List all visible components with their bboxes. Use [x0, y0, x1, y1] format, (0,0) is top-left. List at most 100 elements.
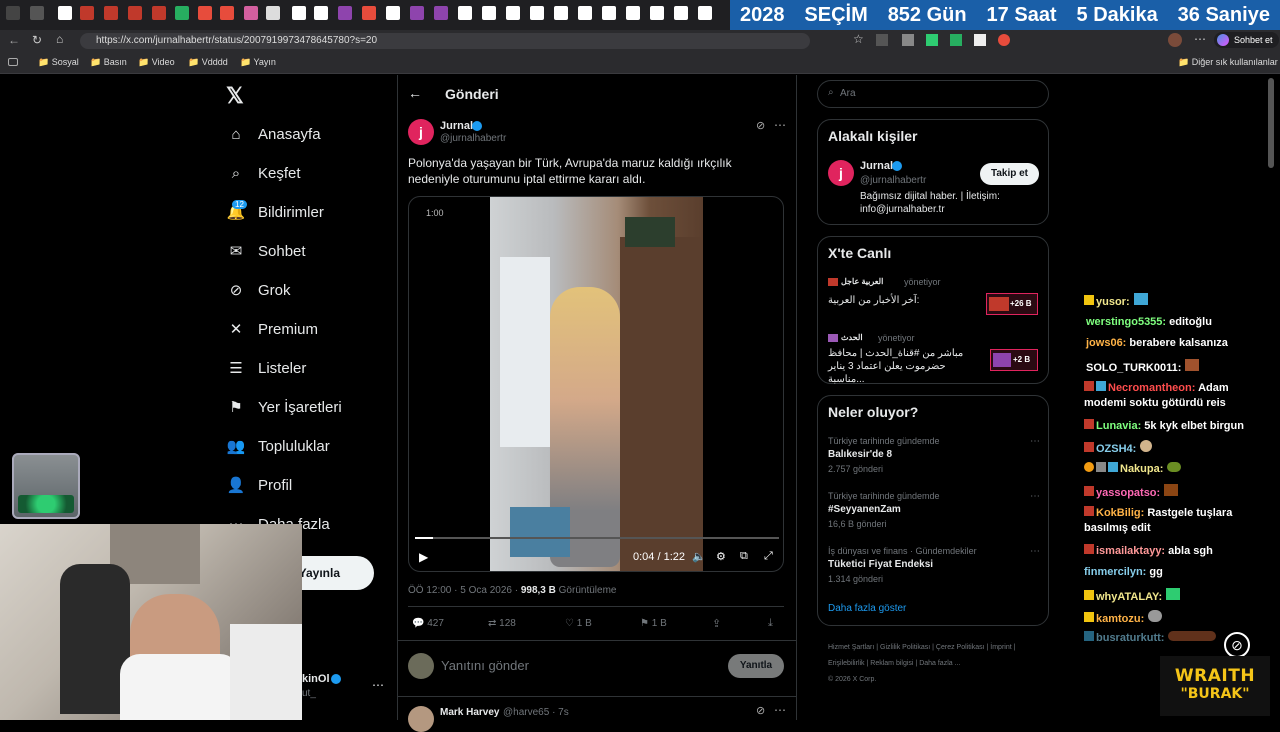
nav-home[interactable]: ⌂ Anasayfa: [228, 122, 320, 146]
live-item[interactable]: العربية عاجل yönetiyor آخر الأخبار من ال…: [828, 277, 1040, 321]
tab-favicon[interactable]: [506, 6, 520, 20]
tab-favicon[interactable]: [386, 6, 400, 20]
search-box[interactable]: ⌕ Ara: [817, 80, 1049, 108]
grok-explain-icon[interactable]: ⊘: [756, 119, 765, 132]
live-item[interactable]: الحدث yönetiyor مباشر من #قناة_الحدث | م…: [828, 333, 1040, 385]
post-more-icon[interactable]: ⋯: [774, 703, 786, 717]
nav-communities[interactable]: 👥 Topluluklar: [227, 434, 330, 458]
tab-favicon[interactable]: [338, 6, 352, 20]
nav-profile[interactable]: 👤 Profil: [227, 473, 293, 497]
tab-favicon[interactable]: [30, 6, 44, 20]
more-menu-icon[interactable]: ⋯: [1194, 32, 1206, 46]
profile-avatar-icon[interactable]: [1168, 33, 1182, 47]
tab-favicon[interactable]: [244, 6, 258, 20]
account-name[interactable]: kinOl: [302, 673, 330, 685]
trend-more-icon[interactable]: ⋯: [1030, 436, 1040, 447]
author-avatar[interactable]: j: [408, 119, 434, 145]
tab-favicon[interactable]: [220, 6, 234, 20]
x-logo-icon[interactable]: 𝕏: [226, 83, 244, 109]
bookmark-folder[interactable]: 📁 Sosyal: [38, 57, 79, 68]
reply-button[interactable]: Yanıtla: [728, 654, 784, 678]
tab-favicon[interactable]: [650, 6, 664, 20]
trend-more-icon[interactable]: ⋯: [1030, 491, 1040, 502]
tab-favicon[interactable]: [578, 6, 592, 20]
tab-favicon[interactable]: [602, 6, 616, 20]
other-bookmarks-folder[interactable]: 📁 Diğer sık kullanılanlar: [1178, 57, 1278, 68]
bookmark-folder[interactable]: 📁 Video: [138, 57, 175, 68]
search-input[interactable]: Ara: [840, 88, 856, 99]
tab-favicon[interactable]: [292, 6, 306, 20]
post-timestamp[interactable]: ÖÖ 12:00 · 5 Oca 2026 ·: [408, 585, 518, 596]
grok-floating-icon[interactable]: ⊘: [1224, 632, 1250, 658]
star-icon[interactable]: ☆: [853, 32, 864, 46]
tab-favicon[interactable]: [198, 6, 212, 20]
grok-explain-icon[interactable]: ⊘: [756, 704, 765, 717]
footer-link[interactable]: Gizlilik Politikası: [880, 644, 930, 651]
tab-favicon[interactable]: [58, 6, 72, 20]
nav-lists[interactable]: ☰ Listeler: [228, 356, 306, 380]
related-name[interactable]: Jurnal: [860, 160, 893, 172]
trend-item[interactable]: Türkiye tarihinde gündemde #SeyyanenZam …: [828, 491, 1040, 531]
tab-favicon[interactable]: [314, 6, 328, 20]
tab-favicon[interactable]: [410, 6, 424, 20]
author-name[interactable]: Jurnal: [440, 120, 473, 132]
trend-item[interactable]: Türkiye tarihinde gündemde Balıkesir'de …: [828, 436, 1040, 476]
nav-premium[interactable]: ✕ Premium: [228, 317, 318, 341]
footer-link[interactable]: Erişilebilirlik: [828, 660, 865, 667]
bookmark-action[interactable]: ⚑ 1 B: [640, 618, 667, 629]
video-player[interactable]: 1:00 ▶ 0:04 / 1:22 🔈 ⚙ ⧉ ⤢: [408, 196, 784, 572]
post-more-icon[interactable]: ⋯: [774, 118, 786, 132]
nav-messages[interactable]: ✉ Sohbet: [228, 239, 306, 263]
extensions-icon[interactable]: [876, 34, 888, 46]
video-progress-bar[interactable]: [415, 537, 779, 539]
account-more-icon[interactable]: ⋯: [372, 678, 384, 692]
related-avatar[interactable]: j: [828, 160, 854, 186]
tab-favicon[interactable]: [482, 6, 496, 20]
like-action[interactable]: ♡ 1 B: [565, 618, 592, 629]
sidebar-toggle-icon[interactable]: [8, 58, 18, 66]
address-bar-input[interactable]: https://x.com/jurnalhabertr/status/20079…: [80, 33, 810, 49]
picture-in-picture-icon[interactable]: ⧉: [740, 550, 748, 563]
bookmark-folder[interactable]: 📁 Yayın: [240, 57, 276, 68]
author-handle[interactable]: @jurnalhabertr: [440, 133, 506, 144]
tab-favicon[interactable]: [554, 6, 568, 20]
tab-favicon[interactable]: [626, 6, 640, 20]
extension-icon[interactable]: [998, 34, 1010, 46]
show-more-link[interactable]: Daha fazla göster: [828, 603, 906, 614]
reply-input[interactable]: Yanıtını gönder: [441, 658, 529, 673]
back-arrow-icon[interactable]: ←: [408, 85, 422, 101]
home-icon[interactable]: ⌂: [56, 32, 63, 46]
reply-action[interactable]: 💬 427: [412, 618, 444, 629]
tab-favicon[interactable]: [128, 6, 142, 20]
footer-link[interactable]: Çerez Politikası: [936, 644, 985, 651]
back-icon[interactable]: ←: [8, 33, 20, 47]
volume-icon[interactable]: 🔈: [692, 550, 706, 563]
download-icon[interactable]: ⤓: [768, 617, 773, 630]
follow-button[interactable]: Takip et: [980, 163, 1039, 185]
fullscreen-icon[interactable]: ⤢: [764, 550, 773, 563]
tab-favicon[interactable]: [458, 6, 472, 20]
next-reply-author[interactable]: Mark Harvey: [440, 707, 499, 718]
bookmark-folder[interactable]: 📁 Basın: [90, 57, 127, 68]
tab-favicon[interactable]: [698, 6, 712, 20]
nav-grok[interactable]: ⊘ Grok: [228, 278, 291, 302]
footer-link[interactable]: Hizmet Şartları: [828, 644, 874, 651]
tab-favicon[interactable]: [530, 6, 544, 20]
bookmark-folder[interactable]: 📁 Vdddd: [188, 57, 228, 68]
extension-icon[interactable]: [926, 34, 938, 46]
footer-link[interactable]: Reklam bilgisi: [870, 660, 913, 667]
nav-explore[interactable]: ⌕ Keşfet: [228, 161, 301, 185]
tab-favicon[interactable]: [434, 6, 448, 20]
trend-item[interactable]: İş dünyası ve finans · Gündemdekiler Tük…: [828, 546, 1040, 586]
share-icon[interactable]: ⇪: [712, 617, 721, 630]
tab-favicon[interactable]: [674, 6, 688, 20]
tab-favicon[interactable]: [80, 6, 94, 20]
tab-favicon[interactable]: [175, 6, 189, 20]
tab-favicon[interactable]: [104, 6, 118, 20]
nav-bookmarks[interactable]: ⚑ Yer İşaretleri: [228, 395, 341, 419]
tab-active-favicon[interactable]: [266, 6, 280, 20]
scrollbar[interactable]: [1268, 78, 1274, 168]
footer-link[interactable]: Daha fazla ...: [919, 660, 960, 667]
settings-gear-icon[interactable]: ⚙: [716, 550, 726, 563]
extension-icon[interactable]: [974, 34, 986, 46]
